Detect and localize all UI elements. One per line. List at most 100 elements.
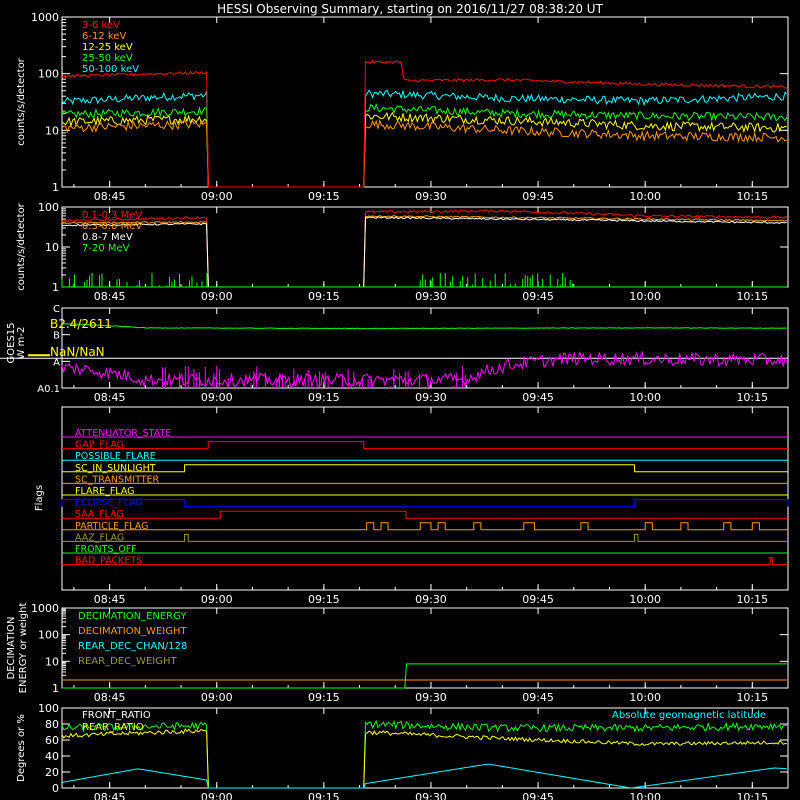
- x-tick-label: 09:30: [415, 190, 447, 203]
- flag-label: PARTICLE_FLAG: [75, 521, 148, 532]
- goes-annotation: B2.4/2611: [50, 317, 112, 331]
- x-tick-label: 09:00: [201, 593, 233, 606]
- y-tick-label: 1: [52, 181, 59, 194]
- x-tick-label: 10:15: [736, 391, 768, 404]
- lc-series-1: [61, 118, 788, 188]
- y-tick-label: 1: [52, 281, 59, 294]
- x-tick-label: 09:45: [522, 593, 554, 606]
- y-tick-label: 0: [52, 782, 59, 795]
- flag-line-7: [62, 510, 788, 519]
- hc-series-2: [61, 216, 788, 288]
- y-axis-label: DECIMATION: [6, 616, 17, 679]
- legend-entry: 6-12 keV: [82, 31, 126, 42]
- x-tick-label: 09:30: [415, 691, 447, 704]
- y-tick-label: 60: [45, 734, 59, 747]
- legend-entry: REAR_DEC_CHAN/128: [78, 641, 187, 652]
- flag-line-6: [61, 499, 789, 508]
- goes-class-label: C: [53, 304, 60, 315]
- x-tick-label: 08:45: [94, 791, 126, 800]
- legend-entry: DECIMATION_WEIGHT: [78, 626, 187, 637]
- legend-entry: 50-100 keV: [82, 64, 139, 75]
- legend-entry: 3-6 keV: [82, 20, 120, 31]
- flag-line-8: [62, 522, 788, 531]
- flag-label: FRONTS_OFF: [75, 544, 137, 555]
- y-tick-label: 100: [38, 68, 59, 81]
- y-tick-label: 10: [45, 241, 59, 254]
- x-tick-label: 10:15: [736, 290, 768, 303]
- goes-series-0: [61, 323, 787, 330]
- flag-label: SAA_FLAG: [75, 509, 124, 520]
- x-tick-label: 09:15: [308, 593, 340, 606]
- x-tick-label: 09:30: [415, 791, 447, 800]
- y-tick-label: 1: [52, 682, 59, 695]
- goes-class-label: B: [53, 331, 60, 342]
- flag-line-3: [62, 464, 788, 473]
- lc-series-4: [61, 89, 788, 188]
- x-tick-label: 09:45: [522, 791, 554, 800]
- observing-summary: HESSI Observing Summary, starting on 201…: [0, 0, 800, 800]
- x-tick-label: 10:00: [629, 391, 661, 404]
- dec-series-0: [62, 663, 787, 689]
- x-tick-label: 08:45: [94, 190, 126, 203]
- x-tick-label: 09:45: [522, 691, 554, 704]
- x-tick-label: 09:30: [415, 290, 447, 303]
- x-tick-label: 09:15: [308, 290, 340, 303]
- x-tick-label: 09:00: [201, 391, 233, 404]
- legend-entry: 0.8-7 MeV: [82, 232, 133, 243]
- legend-entry: 7-20 MeV: [82, 243, 130, 254]
- x-tick-label: 09:45: [522, 290, 554, 303]
- flag-label: GAP_FLAG: [75, 440, 124, 451]
- legend-entry: FRONT_RATIO: [82, 710, 151, 721]
- flag-label: SC_IN_SUNLIGHT: [75, 463, 156, 474]
- y-tick-label: 40: [45, 750, 59, 763]
- x-tick-label: 09:30: [415, 391, 447, 404]
- flag-line-1: [62, 441, 788, 450]
- x-tick-label: 09:15: [308, 691, 340, 704]
- x-tick-label: 10:15: [736, 691, 768, 704]
- legend-entry: 25-50 keV: [82, 53, 133, 64]
- y-tick-label: 100: [38, 201, 59, 214]
- y-tick-label: 1000: [31, 11, 59, 24]
- legend-entry: REAR_RATIO: [82, 722, 144, 733]
- goes-annotation: NaN/NaN: [50, 345, 105, 359]
- x-tick-label: 10:00: [629, 791, 661, 800]
- x-tick-label: 10:00: [629, 593, 661, 606]
- flag-line-9: [62, 533, 788, 542]
- x-tick-label: 10:15: [736, 593, 768, 606]
- y-axis-label: Degrees or %: [16, 714, 27, 782]
- flag-label: ECLIPSE_FLAG: [75, 498, 143, 509]
- flag-label: FLARE_FLAG: [75, 486, 135, 497]
- legend-entry: REAR_DEC_WEIGHT: [78, 656, 177, 667]
- flag-label: BAD_PACKETS: [75, 556, 142, 567]
- legend-entry: 0.1-0.3 MeV: [82, 210, 142, 221]
- x-tick-label: 10:00: [629, 190, 661, 203]
- lc-frame: [61, 16, 789, 188]
- legend-entry: DECIMATION_ENERGY: [78, 611, 187, 622]
- x-tick-label: 09:15: [308, 791, 340, 800]
- x-tick-label: 10:15: [736, 190, 768, 203]
- lc-series-2: [61, 111, 787, 188]
- y-tick-label: 80: [45, 718, 59, 731]
- y-tick-label: 10: [45, 124, 59, 137]
- geo-series-0: [61, 719, 787, 789]
- x-tick-label: 09:15: [308, 190, 340, 203]
- flag-line-11: [62, 557, 788, 566]
- y-tick-label: 20: [45, 766, 59, 779]
- summary-chart-svg: HESSI Observing Summary, starting on 201…: [0, 2, 789, 800]
- y-tick-label: 10: [45, 655, 59, 668]
- x-tick-label: 09:30: [415, 593, 447, 606]
- x-tick-label: 09:00: [201, 190, 233, 203]
- flag-label: POSSIBLE_FLARE: [75, 451, 156, 462]
- x-tick-label: 09:00: [201, 691, 233, 704]
- y-axis-label-2: ENERGY or weight: [18, 603, 29, 694]
- hc-series-1: [61, 214, 788, 288]
- y-axis-label-2: W m-2: [16, 327, 27, 360]
- legend-entry: 12-25 keV: [82, 42, 133, 53]
- x-tick-label: 08:45: [94, 391, 126, 404]
- y-axis-label: counts/s/detector: [16, 202, 27, 290]
- x-tick-label: 10:00: [629, 290, 661, 303]
- flag-label: SC_TRANSMITTER: [75, 474, 160, 485]
- x-tick-label: 09:45: [522, 391, 554, 404]
- x-tick-label: 10:00: [629, 691, 661, 704]
- y-tick-label: 100: [38, 702, 59, 715]
